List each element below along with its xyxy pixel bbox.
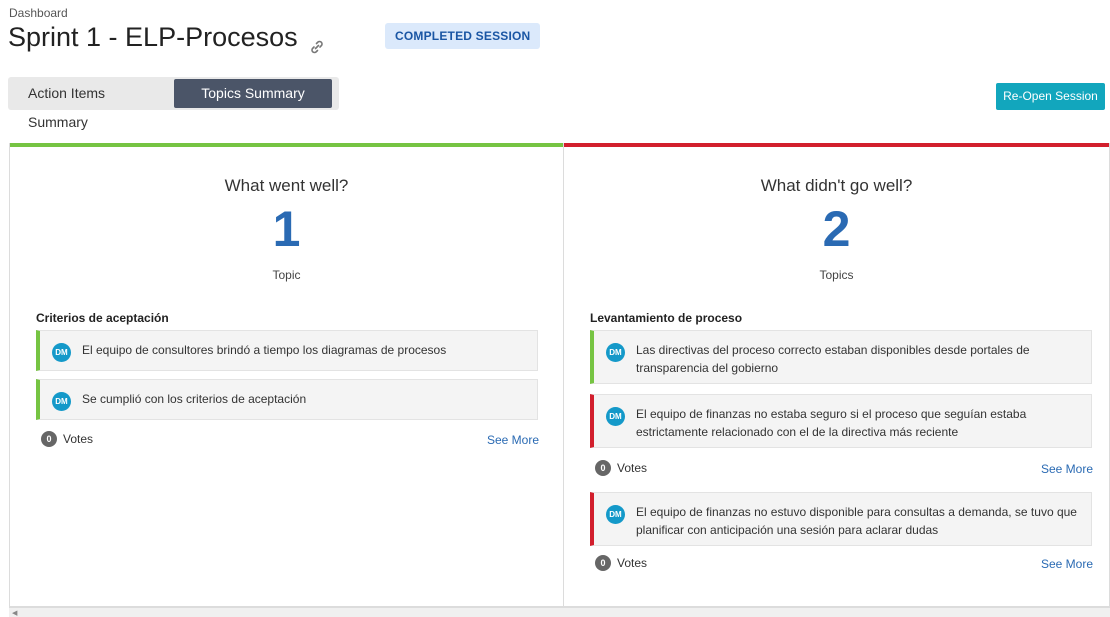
page-title: Sprint 1 - ELP-Procesos [8, 22, 298, 52]
column-title: What went well? [224, 176, 349, 195]
topic-card[interactable]: DM El equipo de consultores brindó a tie… [36, 330, 538, 371]
see-more-link[interactable]: See More [487, 433, 539, 447]
horizontal-scrollbar[interactable]: ◀ [9, 607, 1110, 617]
avatar: DM [52, 392, 71, 411]
column-went-well: What went well? 1 Topic Criterios de ace… [10, 143, 563, 606]
breadcrumb[interactable]: Dashboard [9, 6, 68, 20]
topic-count-unit: Topic [272, 268, 301, 282]
topic-card[interactable]: DM Las directivas del proceso correcto e… [590, 330, 1092, 384]
vote-count-badge: 0 [41, 431, 57, 447]
column-color-bar [10, 143, 563, 147]
summary-tabs: Action Items Summary Topics Summary [8, 77, 339, 130]
votes-label: Votes [63, 432, 94, 446]
avatar: DM [52, 343, 71, 362]
topic-count-unit: Topics [819, 268, 854, 282]
topic-count: 2 [822, 201, 851, 257]
scroll-left-arrow-icon[interactable]: ◀ [12, 609, 17, 617]
tab-topics-summary[interactable]: Topics Summary [174, 79, 332, 108]
group-title: Criterios de aceptación [36, 311, 169, 325]
column-title: What didn't go well? [760, 176, 913, 195]
topics-board: What went well? 1 Topic Criterios de ace… [9, 143, 1110, 607]
votes-label: Votes [617, 556, 648, 570]
topic-card-text: Se cumplió con los criterios de aceptaci… [82, 392, 307, 406]
avatar: DM [606, 505, 625, 524]
avatar: DM [606, 407, 625, 426]
see-more-link[interactable]: See More [1041, 557, 1093, 571]
topic-card-text: Las directivas del proceso correcto esta… [636, 343, 1030, 375]
topic-card-text: El equipo de finanzas no estuvo disponib… [636, 505, 1077, 537]
vote-count-badge: 0 [595, 555, 611, 571]
tab-action-items-summary[interactable]: Action Items Summary [10, 79, 174, 130]
votes: 0 Votes [595, 460, 647, 476]
votes: 0 Votes [595, 555, 647, 571]
topic-card-text: El equipo de consultores brindó a tiempo… [82, 343, 447, 357]
avatar: DM [606, 343, 625, 362]
see-more-link[interactable]: See More [1041, 462, 1093, 476]
reopen-session-button[interactable]: Re-Open Session [996, 83, 1105, 110]
column-color-bar [564, 143, 1109, 147]
column-didnt-go-well: What didn't go well? 2 Topics Levantamie… [563, 143, 1109, 606]
group-title: Levantamiento de proceso [590, 311, 743, 325]
topic-card-text: El equipo de finanzas no estaba seguro s… [636, 407, 1027, 439]
topic-count: 1 [272, 201, 301, 257]
page-title-row: Sprint 1 - ELP-Procesos [8, 22, 326, 53]
vote-count-badge: 0 [595, 460, 611, 476]
topic-card[interactable]: DM El equipo de finanzas no estaba segur… [590, 394, 1092, 448]
topic-card[interactable]: DM Se cumplió con los criterios de acept… [36, 379, 538, 420]
votes: 0 Votes [41, 431, 93, 447]
topic-card[interactable]: DM El equipo de finanzas no estuvo dispo… [590, 492, 1092, 546]
status-badge: COMPLETED SESSION [385, 23, 541, 49]
link-icon[interactable] [308, 32, 326, 53]
votes-label: Votes [617, 461, 648, 475]
